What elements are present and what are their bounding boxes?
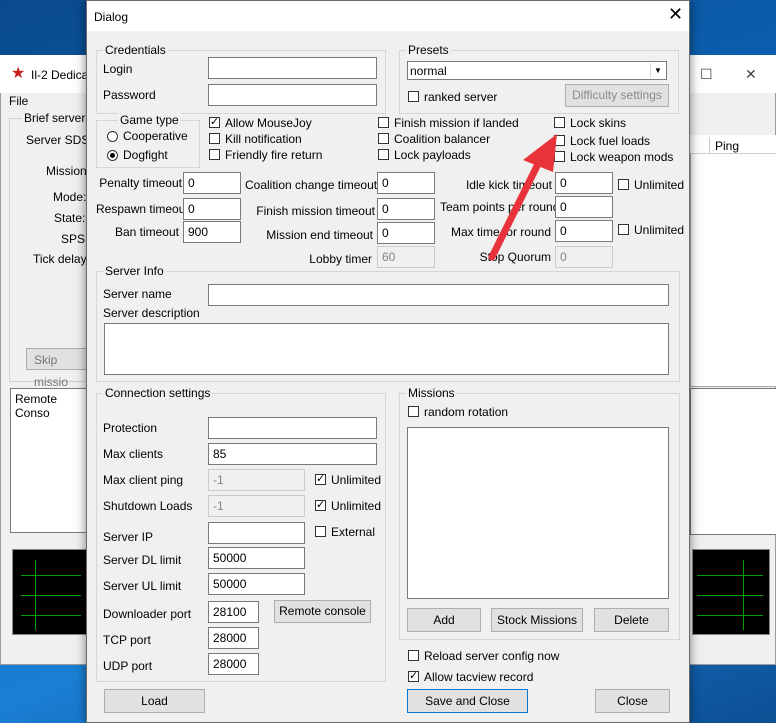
annotation-arrow-shaft	[488, 156, 544, 261]
annotation-arrow-head	[523, 134, 557, 172]
annotation-arrow	[488, 134, 557, 261]
